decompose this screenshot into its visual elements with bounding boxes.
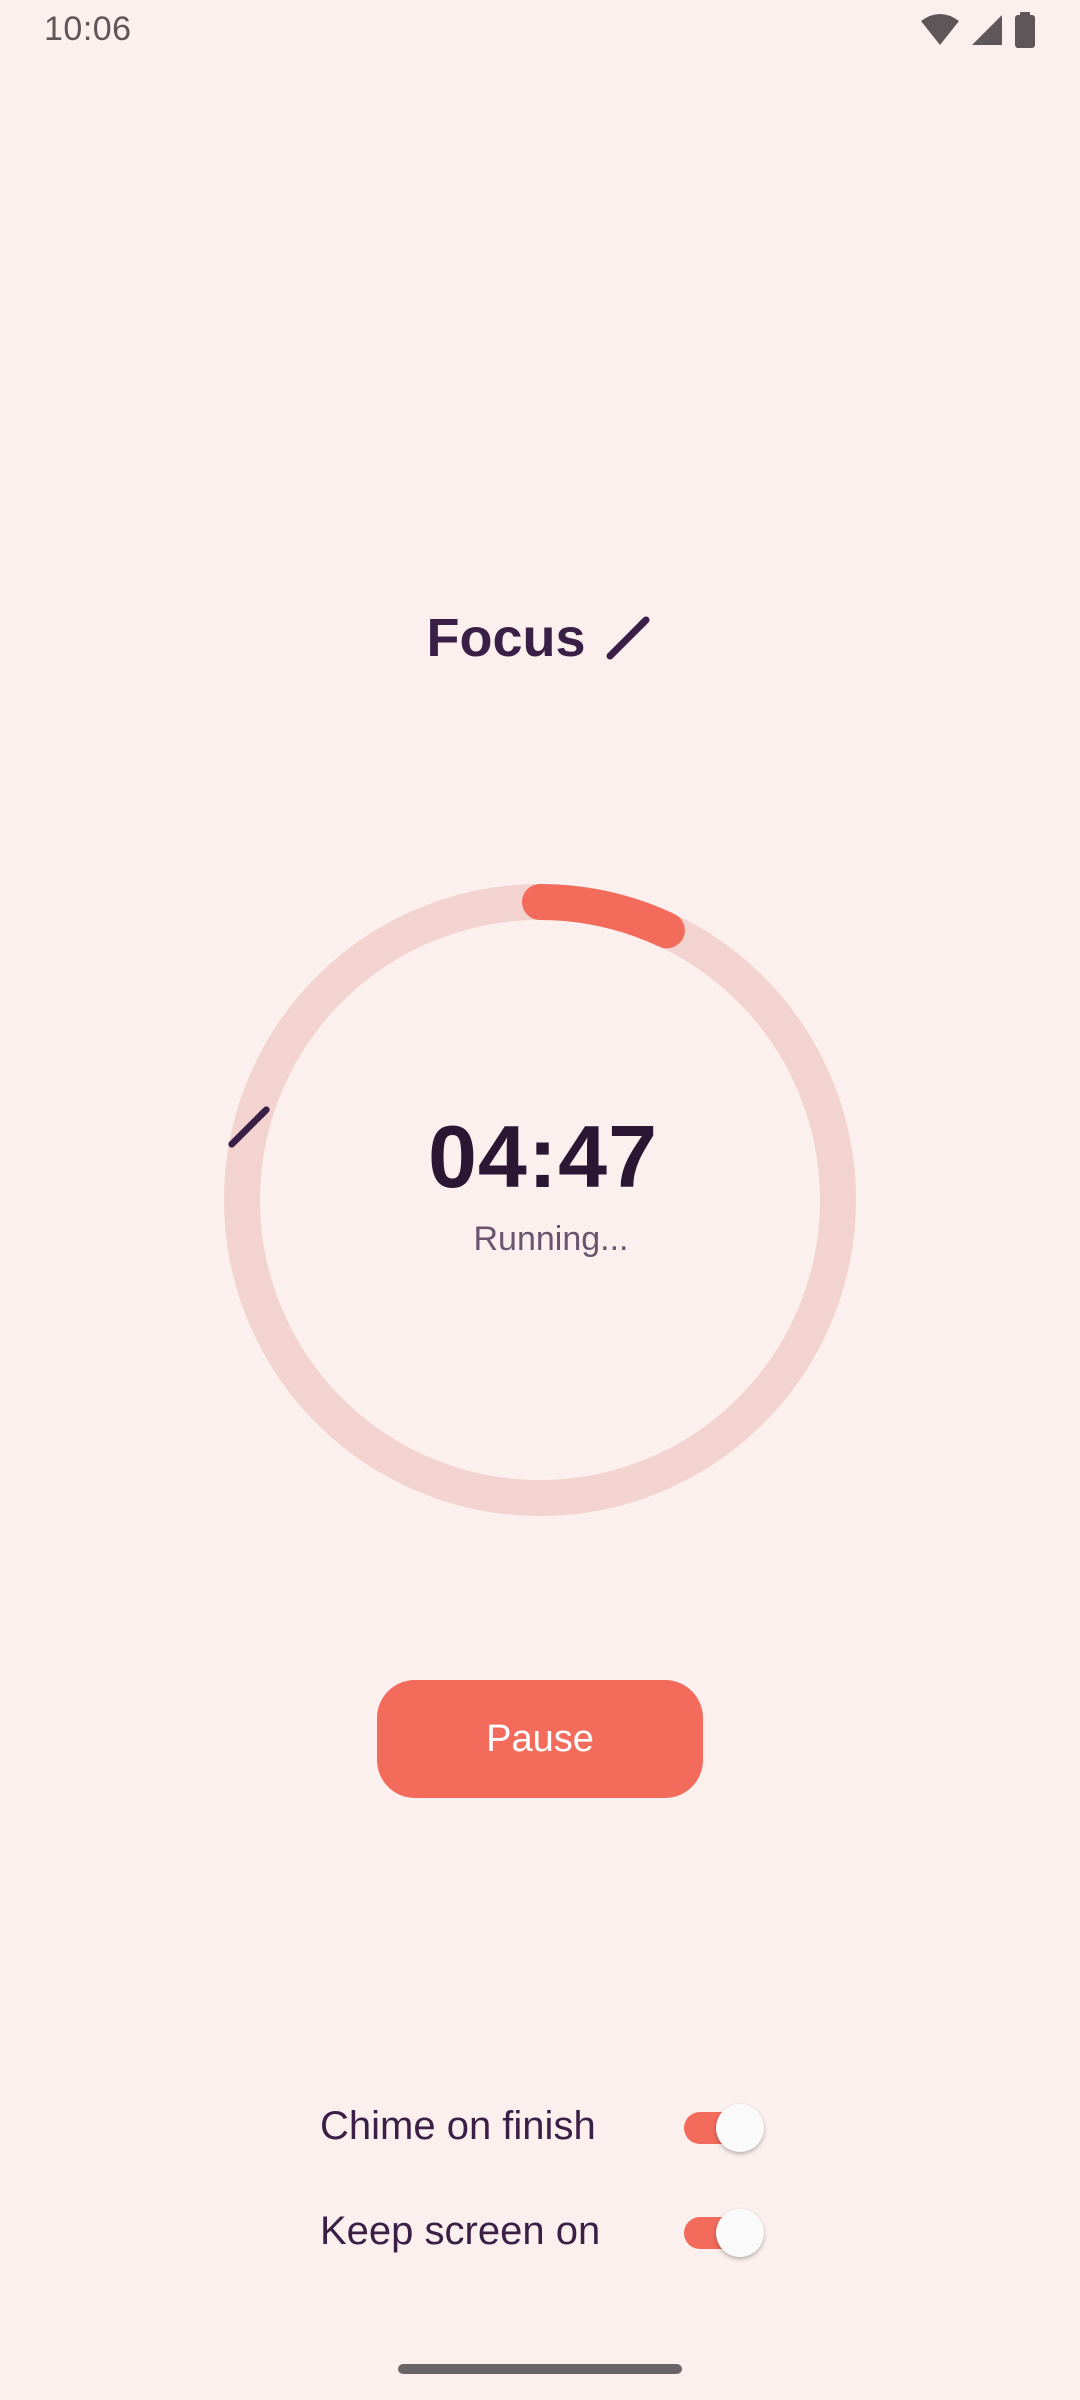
status-time: 10:06	[44, 10, 132, 48]
home-indicator[interactable]	[398, 2364, 682, 2374]
session-title-row: Focus	[0, 598, 1080, 678]
time-remaining: 04:47	[427, 1107, 659, 1206]
pause-button[interactable]: Pause	[377, 1680, 703, 1798]
status-icons	[920, 12, 1036, 48]
toggle-thumb	[716, 2104, 764, 2152]
toggle-thumb	[716, 2209, 764, 2257]
timer-center: 04:47 Running...	[224, 884, 856, 1516]
time-row: 04:47	[224, 1102, 856, 1212]
edit-title-icon[interactable]	[602, 612, 654, 664]
wifi-icon	[920, 13, 960, 47]
signal-icon	[970, 13, 1004, 47]
battery-icon	[1014, 12, 1036, 48]
setting-row-keep-screen: Keep screen on	[320, 2196, 764, 2266]
keep-screen-toggle[interactable]	[678, 2209, 764, 2257]
timer-status: Running...	[473, 1220, 629, 1258]
setting-row-chime: Chime on finish	[320, 2091, 764, 2161]
status-bar: 10:06	[0, 0, 1080, 64]
session-title: Focus	[426, 608, 586, 668]
chime-toggle[interactable]	[678, 2104, 764, 2152]
keep-screen-label: Keep screen on	[320, 2208, 601, 2253]
timer-ring: 04:47 Running...	[224, 884, 856, 1516]
chime-label: Chime on finish	[320, 2103, 596, 2148]
